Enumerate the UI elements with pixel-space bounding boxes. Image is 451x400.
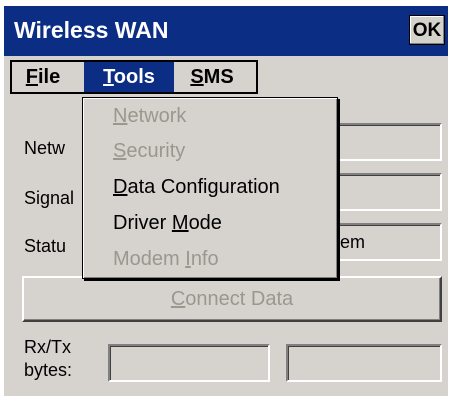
menu-item-data-configuration[interactable]: Data Configuration (113, 172, 280, 202)
status-field: em (334, 223, 442, 261)
connect-data-button[interactable]: Connect Data (22, 276, 442, 322)
network-field (334, 123, 442, 161)
menu-item-driver-mode[interactable]: Driver Mode (113, 208, 222, 238)
ok-button[interactable]: OK (409, 15, 445, 45)
signal-field (334, 173, 442, 211)
rxtx-label-line1: Rx/Tx (24, 337, 71, 357)
wireless-wan-window: Wireless WAN OK File Tools SMS Netw Sign… (0, 0, 451, 400)
menu-item-network: Network (113, 105, 187, 127)
status-label: Statu (24, 236, 67, 256)
title-bar: Wireless WAN OK (4, 6, 448, 56)
menu-bar: File Tools SMS (10, 60, 258, 94)
menu-item-modem-info: Modem Info (113, 248, 219, 270)
rxtx-label-line2: bytes: (24, 360, 73, 380)
tx-bytes-field (286, 344, 442, 382)
status-value: em (340, 232, 366, 252)
menu-tools[interactable]: Tools (84, 62, 174, 92)
network-label: Netw (24, 138, 66, 158)
rx-bytes-field (108, 344, 270, 382)
menu-item-security: Security (113, 140, 186, 162)
tools-dropdown-menu: Network Security Data Configuration Driv… (82, 97, 338, 279)
signal-label: Signal (24, 188, 75, 208)
menu-sms[interactable]: SMS (182, 62, 242, 92)
menu-file[interactable]: File (14, 62, 72, 92)
window-title: Wireless WAN (14, 17, 169, 43)
